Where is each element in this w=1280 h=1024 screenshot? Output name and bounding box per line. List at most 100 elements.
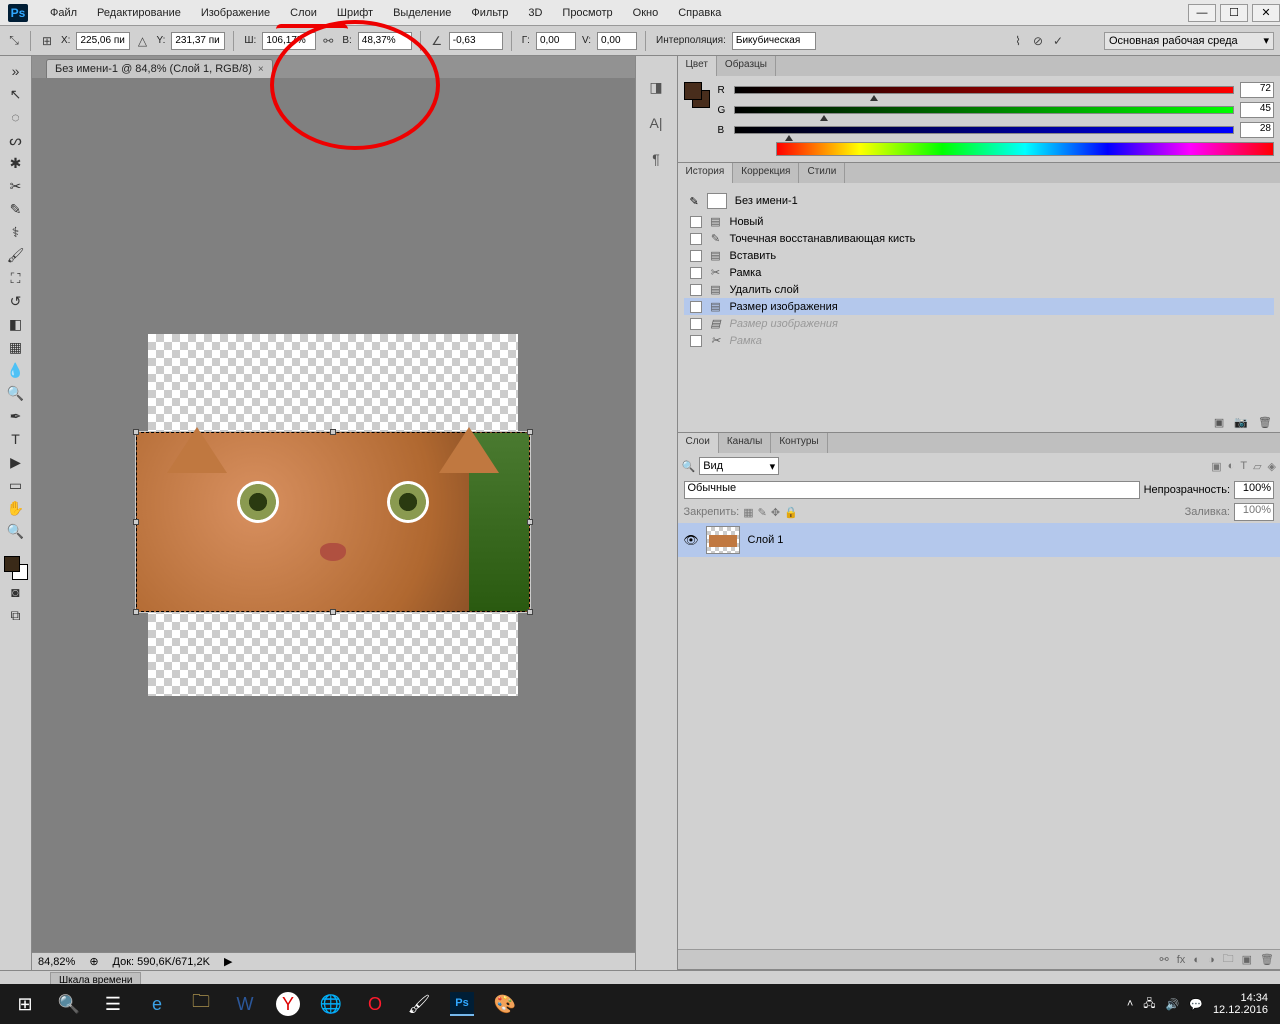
word-icon[interactable]: W xyxy=(224,984,266,1024)
close-button[interactable]: ✕ xyxy=(1252,4,1280,22)
stamp-tool[interactable]: ⛶ xyxy=(3,267,29,289)
fill-field[interactable]: 100% xyxy=(1234,503,1274,521)
zoom-tool[interactable]: 🔍 xyxy=(3,520,29,542)
pen-tool[interactable]: ✒ xyxy=(3,405,29,427)
menu-filter[interactable]: Фильтр xyxy=(461,7,518,19)
layer-visibility-icon[interactable]: 👁 xyxy=(684,533,698,547)
task-view-icon[interactable]: ☰ xyxy=(92,984,134,1024)
layer-row[interactable]: 👁 Слой 1 xyxy=(678,523,1280,557)
opacity-field[interactable]: 100% xyxy=(1234,481,1274,499)
tab-history[interactable]: История xyxy=(678,163,734,183)
color-spectrum[interactable] xyxy=(776,142,1275,156)
history-item[interactable]: ▤Новый xyxy=(684,213,1275,230)
tray-time[interactable]: 14:34 xyxy=(1213,992,1268,1004)
history-source-checkbox[interactable] xyxy=(690,267,702,279)
type-tool[interactable]: T xyxy=(3,428,29,450)
gradient-tool[interactable]: ▦ xyxy=(3,336,29,358)
zoom-level[interactable]: 84,82% xyxy=(38,956,75,968)
crop-tool[interactable]: ✂ xyxy=(3,175,29,197)
link-wh-icon[interactable]: ⚯ xyxy=(320,33,336,49)
tab-color[interactable]: Цвет xyxy=(678,56,717,76)
history-source-checkbox[interactable] xyxy=(690,284,702,296)
tray-date[interactable]: 12.12.2016 xyxy=(1213,1004,1268,1016)
opera-icon[interactable]: O xyxy=(354,984,396,1024)
tab-paths[interactable]: Контуры xyxy=(771,433,827,453)
menu-help[interactable]: Справка xyxy=(668,7,731,19)
x-field[interactable]: 225,06 пи xyxy=(76,32,130,50)
yandex-icon[interactable]: Y xyxy=(276,992,300,1016)
tab-swatches[interactable]: Образцы xyxy=(717,56,776,76)
tab-layers[interactable]: Слои xyxy=(678,433,719,453)
filter-shape-icon[interactable]: ▱ xyxy=(1253,460,1261,473)
new-doc-from-state-icon[interactable]: ▣ xyxy=(1214,416,1224,429)
lock-position-icon[interactable]: ✥ xyxy=(771,506,780,519)
r-slider[interactable] xyxy=(734,86,1235,94)
b-value[interactable]: 28 xyxy=(1240,122,1274,138)
history-brush-source-icon[interactable]: ✎ xyxy=(690,195,699,208)
adjustment-layer-icon[interactable]: ◑ xyxy=(1208,954,1215,966)
g-slider[interactable] xyxy=(734,106,1235,114)
chrome-icon[interactable]: 🌐 xyxy=(310,984,352,1024)
history-item[interactable]: ▤Размер изображения xyxy=(684,315,1275,332)
commit-transform-icon[interactable]: ✓ xyxy=(1050,33,1066,49)
filter-adjust-icon[interactable]: ◐ xyxy=(1228,460,1235,473)
h-field[interactable]: 48,37% xyxy=(358,32,412,50)
fg-bg-colors[interactable] xyxy=(4,556,28,580)
delete-layer-icon[interactable]: 🗑 xyxy=(1260,953,1274,966)
tab-adjustments[interactable]: Коррекция xyxy=(733,163,799,183)
menu-file[interactable]: Файл xyxy=(40,7,87,19)
marquee-tool[interactable]: ◌ xyxy=(3,106,29,128)
layer-name[interactable]: Слой 1 xyxy=(748,534,784,546)
blur-tool[interactable]: 💧 xyxy=(3,359,29,381)
layer-filter-dropdown[interactable]: Вид▾ xyxy=(699,457,779,475)
link-layers-icon[interactable]: ⚯ xyxy=(1160,953,1169,966)
hand-tool[interactable]: ✋ xyxy=(3,497,29,519)
delete-state-icon[interactable]: 🗑 xyxy=(1258,416,1272,429)
menu-3d[interactable]: 3D xyxy=(518,7,552,19)
swatches-icon[interactable]: ◨ xyxy=(645,76,667,98)
history-item[interactable]: ▤Размер изображения xyxy=(684,298,1275,315)
y-field[interactable]: 231,37 пи xyxy=(171,32,225,50)
path-select-tool[interactable]: ▶ xyxy=(3,451,29,473)
quick-select-tool[interactable]: ✱ xyxy=(3,152,29,174)
g-value[interactable]: 45 xyxy=(1240,102,1274,118)
history-source-checkbox[interactable] xyxy=(690,250,702,262)
tray-network-icon[interactable]: 🖧 xyxy=(1143,995,1155,1014)
eraser-tool[interactable]: ◧ xyxy=(3,313,29,335)
menu-type[interactable]: Шрифт xyxy=(327,7,383,19)
brush-tool[interactable]: 🖌 xyxy=(3,244,29,266)
hskew-field[interactable]: 0,00 xyxy=(536,32,576,50)
collapse-icon[interactable]: » xyxy=(3,60,29,82)
history-item[interactable]: ▤Удалить слой xyxy=(684,281,1275,298)
tray-up-icon[interactable]: ˄ xyxy=(1127,998,1133,1010)
layer-mask-icon[interactable]: ◐ xyxy=(1193,954,1200,966)
history-snapshot-thumb[interactable] xyxy=(707,193,727,209)
filter-smart-icon[interactable]: ◈ xyxy=(1268,460,1276,473)
tab-styles[interactable]: Стили xyxy=(799,163,845,183)
start-button[interactable]: ⊞ xyxy=(4,984,46,1024)
r-value[interactable]: 72 xyxy=(1240,82,1274,98)
history-source-checkbox[interactable] xyxy=(690,335,702,347)
workspace-dropdown[interactable]: Основная рабочая среда▾ xyxy=(1104,32,1274,50)
zoom-expand-icon[interactable]: ⊕ xyxy=(89,955,98,968)
lock-transparency-icon[interactable]: ▦ xyxy=(743,506,753,519)
menu-select[interactable]: Выделение xyxy=(383,7,461,19)
character-icon[interactable]: A| xyxy=(645,112,667,134)
menu-window[interactable]: Окно xyxy=(623,7,669,19)
paint-icon[interactable]: 🖌 xyxy=(398,984,440,1024)
vskew-field[interactable]: 0,00 xyxy=(597,32,637,50)
document-tab[interactable]: Без имени-1 @ 84,8% (Слой 1, RGB/8) × xyxy=(46,59,273,78)
quick-mask-icon[interactable]: ◙ xyxy=(3,581,29,603)
history-item[interactable]: ✂Рамка xyxy=(684,332,1275,349)
canvas[interactable] xyxy=(148,334,518,696)
history-source-checkbox[interactable] xyxy=(690,318,702,330)
history-source-checkbox[interactable] xyxy=(690,301,702,313)
cancel-transform-icon[interactable]: ⊘ xyxy=(1030,33,1046,49)
lock-all-icon[interactable]: 🔒 xyxy=(784,506,798,519)
new-layer-icon[interactable]: ▣ xyxy=(1242,953,1252,966)
group-icon[interactable]: 🗀 xyxy=(1223,950,1234,969)
reference-point-icon[interactable]: ⊞ xyxy=(39,33,55,49)
palette-icon[interactable]: 🎨 xyxy=(484,984,526,1024)
dodge-tool[interactable]: 🔍 xyxy=(3,382,29,404)
w-field[interactable]: 106,17% xyxy=(262,32,316,50)
